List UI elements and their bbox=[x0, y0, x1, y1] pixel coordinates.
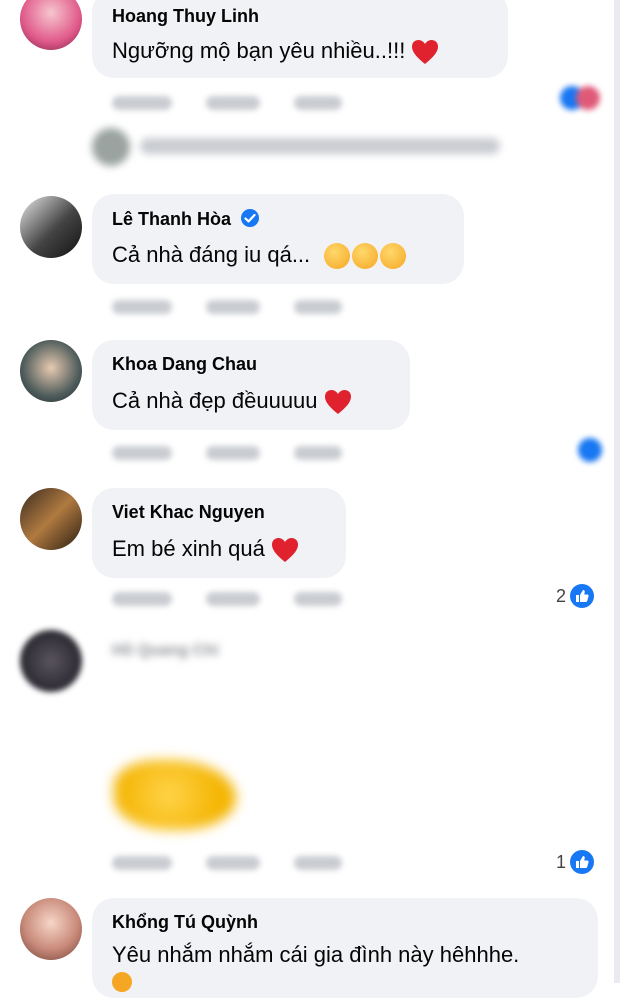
avatar[interactable] bbox=[20, 488, 82, 550]
comment-author[interactable]: Lê Thanh Hòa bbox=[112, 208, 260, 230]
reaction-count[interactable]: 1 bbox=[556, 850, 595, 874]
avatar[interactable] bbox=[20, 630, 82, 692]
comment-text-content: Cả nhà đáng iu qá... bbox=[112, 242, 311, 267]
reply-summary[interactable] bbox=[140, 138, 500, 154]
comment-actions[interactable] bbox=[112, 588, 342, 610]
comment-author[interactable]: Viet Khac Nguyen bbox=[112, 502, 265, 523]
verified-badge-icon bbox=[241, 209, 260, 227]
comment-text: Cả nhà đẹp đềuuuuu bbox=[112, 388, 352, 415]
smiling-hearts-emoji bbox=[352, 243, 379, 270]
reaction-count-value: 1 bbox=[556, 851, 567, 872]
reaction-icons[interactable] bbox=[548, 86, 604, 112]
comment-author[interactable]: Hồ Quang Chi bbox=[112, 642, 219, 660]
worried-emoji bbox=[380, 243, 407, 270]
emoji bbox=[112, 972, 132, 992]
comment-actions[interactable] bbox=[112, 852, 342, 874]
scrollbar-track[interactable] bbox=[614, 0, 620, 983]
comment-author[interactable]: Khoa Dang Chau bbox=[112, 354, 257, 375]
like-icon bbox=[570, 850, 595, 874]
comment-author[interactable]: Khổng Tú Quỳnh bbox=[112, 912, 258, 933]
avatar[interactable] bbox=[20, 340, 82, 402]
heart-icon bbox=[412, 40, 439, 65]
comment-text-content: Ngưỡng mộ bạn yêu nhiều..!!! bbox=[112, 38, 406, 63]
comment-text-content: Em bé xinh quá bbox=[112, 536, 265, 561]
avatar[interactable] bbox=[20, 0, 82, 50]
avatar[interactable] bbox=[20, 898, 82, 960]
comment-text: Em bé xinh quá bbox=[112, 536, 299, 563]
comment-text-content: Cả nhà đẹp đềuuuuu bbox=[112, 388, 318, 413]
reaction-count-value: 2 bbox=[556, 585, 567, 606]
heart-icon bbox=[324, 390, 351, 415]
smiling-hearts-emoji bbox=[324, 243, 351, 270]
comment-actions[interactable] bbox=[112, 92, 342, 114]
reaction-count[interactable]: 2 bbox=[556, 584, 595, 608]
comment-text: Cả nhà đáng iu qá... bbox=[112, 242, 407, 270]
comment-text: Ngưỡng mộ bạn yêu nhiều..!!! bbox=[112, 38, 439, 65]
comment-author-name[interactable]: Lê Thanh Hòa bbox=[112, 209, 231, 229]
comment-author[interactable]: Hoang Thuy Linh bbox=[112, 6, 259, 27]
avatar[interactable] bbox=[20, 196, 82, 258]
comment-actions[interactable] bbox=[112, 442, 342, 464]
like-icon bbox=[570, 584, 595, 608]
heart-icon bbox=[272, 538, 298, 563]
sticker[interactable] bbox=[114, 760, 236, 830]
comment-actions[interactable] bbox=[112, 296, 342, 318]
reaction-icons[interactable] bbox=[570, 438, 604, 464]
comment-text: Yêu nhắm nhắm cái gia đình này hêhhhe. bbox=[112, 942, 520, 967]
reply-avatar[interactable] bbox=[92, 128, 130, 166]
